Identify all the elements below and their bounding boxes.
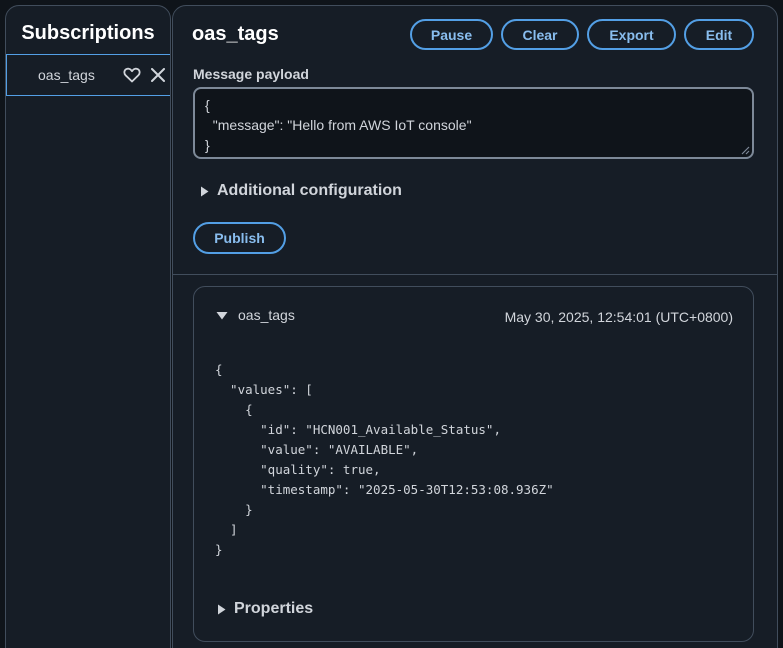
message-payload-text: { "message": "Hello from AWS IoT console… (205, 97, 472, 153)
resize-grip-icon[interactable] (741, 146, 750, 155)
message-payload-input[interactable]: { "message": "Hello from AWS IoT console… (193, 87, 754, 159)
subscriptions-title: Subscriptions (21, 22, 155, 44)
topic-title: oas_tags (192, 23, 279, 45)
message-toggle[interactable]: oas_tags (216, 307, 295, 323)
additional-configuration-label: Additional configuration (217, 182, 402, 199)
subscription-item-oas-tags[interactable]: oas_tags (6, 54, 170, 96)
divider (173, 274, 777, 275)
publish-button[interactable]: Publish (193, 222, 286, 254)
message-topic: oas_tags (238, 307, 295, 323)
additional-configuration-toggle[interactable]: Additional configuration (200, 182, 402, 200)
topic-panel: oas_tags Pause Clear Export Edit Message… (172, 5, 778, 648)
subscriptions-panel: Subscriptions oas_tags (5, 5, 171, 648)
message-body: { "values": [ { "id": "HCN001_Available_… (215, 362, 554, 557)
pause-button[interactable]: Pause (410, 19, 493, 50)
export-button[interactable]: Export (587, 19, 676, 50)
caret-down-icon (216, 311, 228, 320)
caret-right-icon (217, 604, 226, 615)
message-payload-label: Message payload (193, 66, 309, 82)
close-icon[interactable] (148, 65, 168, 85)
properties-label: Properties (234, 600, 314, 617)
heart-icon[interactable] (122, 65, 142, 85)
properties-toggle[interactable]: Properties (217, 600, 313, 618)
message-timestamp: May 30, 2025, 12:54:01 (UTC+0800) (504, 309, 733, 325)
clear-button[interactable]: Clear (501, 19, 579, 50)
message-card: oas_tags May 30, 2025, 12:54:01 (UTC+080… (193, 286, 754, 642)
subscription-item-label: oas_tags (38, 67, 95, 83)
edit-button[interactable]: Edit (684, 19, 754, 50)
caret-right-icon (200, 186, 209, 197)
